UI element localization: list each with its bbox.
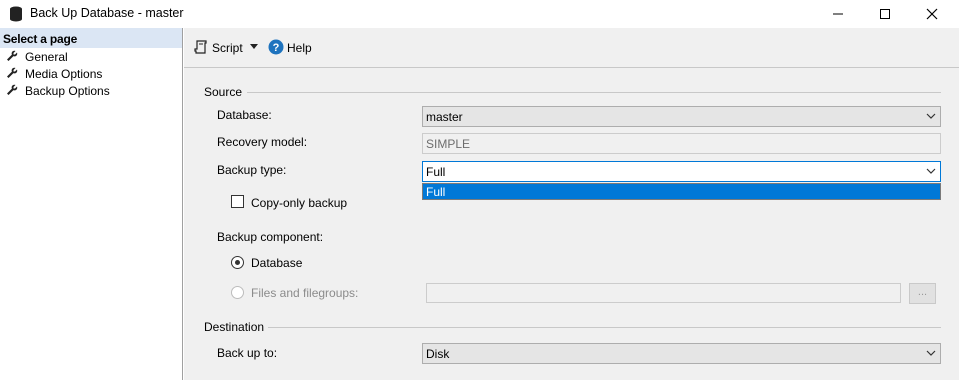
window-title: Back Up Database - master xyxy=(30,6,184,20)
title-bar: Back Up Database - master xyxy=(0,0,959,28)
sidebar-item-label: Backup Options xyxy=(25,84,110,98)
component-files-label[interactable]: Files and filegroups: xyxy=(251,286,358,300)
backup-type-combo[interactable]: Full xyxy=(422,161,941,182)
wrench-icon xyxy=(7,84,18,95)
filegroups-textbox xyxy=(426,283,901,303)
close-button[interactable] xyxy=(909,0,955,28)
copy-only-checkbox[interactable] xyxy=(231,195,244,208)
toolbar: Script ? Help xyxy=(184,28,959,68)
script-icon[interactable] xyxy=(193,39,209,55)
backup-type-dropdown-list: Full xyxy=(422,183,941,200)
chevron-down-icon xyxy=(926,113,936,119)
source-divider xyxy=(247,92,941,93)
maximize-button[interactable] xyxy=(862,0,908,28)
browse-filegroups-button: ... xyxy=(909,283,936,304)
maximize-icon xyxy=(880,9,890,19)
minimize-button[interactable] xyxy=(815,0,861,28)
back-up-to-value: Disk xyxy=(426,347,450,361)
help-button[interactable]: Help xyxy=(287,41,312,55)
recovery-model-field: SIMPLE xyxy=(422,133,941,154)
component-files-radio[interactable] xyxy=(231,286,244,299)
help-icon[interactable]: ? xyxy=(268,39,284,55)
backup-component-label: Backup component: xyxy=(217,230,324,244)
recovery-model-value: SIMPLE xyxy=(426,137,471,151)
sidebar-item-label: General xyxy=(25,50,68,64)
script-button[interactable]: Script xyxy=(212,41,243,55)
back-up-to-label: Back up to: xyxy=(217,346,278,360)
component-database-label[interactable]: Database xyxy=(251,256,302,270)
database-label: Database: xyxy=(217,108,272,122)
sidebar-item-backup-options[interactable]: Backup Options xyxy=(0,82,182,99)
component-database-radio[interactable] xyxy=(231,256,244,269)
destination-group-label: Destination xyxy=(204,320,265,334)
sidebar-item-media-options[interactable]: Media Options xyxy=(0,65,182,82)
svg-text:?: ? xyxy=(273,42,280,54)
chevron-down-icon xyxy=(926,350,936,356)
chevron-down-icon[interactable] xyxy=(250,44,258,50)
wrench-icon xyxy=(7,50,18,61)
backup-type-label: Backup type: xyxy=(217,163,287,177)
wrench-icon xyxy=(7,67,18,78)
backup-type-option-full[interactable]: Full xyxy=(426,185,445,199)
copy-only-label[interactable]: Copy-only backup xyxy=(251,196,347,210)
sidebar-item-general[interactable]: General xyxy=(0,48,182,65)
recovery-model-label: Recovery model: xyxy=(217,135,308,149)
database-combo[interactable]: master xyxy=(422,106,941,127)
backup-type-value: Full xyxy=(426,165,446,179)
sidebar-header: Select a page xyxy=(0,28,182,48)
page-selector-sidebar: Select a page General Media Options Back… xyxy=(0,28,183,380)
chevron-down-icon xyxy=(926,168,936,174)
database-icon xyxy=(10,6,22,22)
destination-divider xyxy=(268,327,941,328)
minimize-icon xyxy=(833,13,843,15)
database-value: master xyxy=(426,110,463,124)
sidebar-item-label: Media Options xyxy=(25,67,103,81)
source-group-label: Source xyxy=(204,85,243,99)
main-panel: Script ? Help Source Database: master Re… xyxy=(184,28,959,380)
back-up-to-combo[interactable]: Disk xyxy=(422,343,941,364)
close-icon xyxy=(926,8,938,20)
